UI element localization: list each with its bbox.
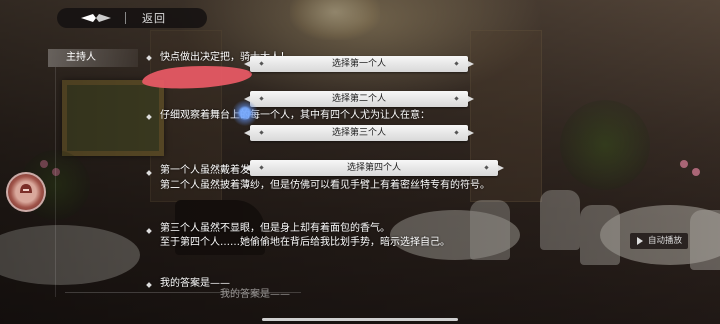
- arrow-right-icon: [468, 96, 474, 102]
- arrow-right-icon: [468, 61, 474, 67]
- answer-echo: 我的答案是——: [220, 289, 290, 300]
- dialogue-line: 至于第四个人……她偷偷地在背后给我比划手势，暗示选择自己。: [160, 237, 450, 248]
- diamond-logo-icon: [79, 12, 113, 24]
- back-button[interactable]: 返回: [142, 10, 166, 26]
- arrow-right-icon: [468, 130, 474, 136]
- diamond-icon: [259, 165, 264, 170]
- choice-button-4[interactable]: 选择第四个人: [244, 160, 504, 176]
- auto-play-label: 自动播放: [648, 236, 683, 246]
- diamond-icon: [454, 130, 459, 135]
- choice-label: 选择第二个人: [331, 94, 386, 104]
- choice-button-3[interactable]: 选择第三个人: [244, 125, 474, 141]
- arrow-left-icon: [244, 61, 250, 67]
- helmet-icon: [17, 181, 35, 203]
- arrow-left-icon: [244, 165, 250, 171]
- arrow-left-icon: [244, 130, 250, 136]
- home-indicator[interactable]: [262, 318, 458, 321]
- auto-play-button[interactable]: 自动播放: [630, 233, 688, 249]
- divider: [55, 67, 56, 297]
- choice-label: 选择第一个人: [331, 59, 386, 69]
- touch-indicator: [232, 100, 258, 126]
- play-icon: [637, 237, 643, 245]
- diamond-icon: [484, 165, 489, 170]
- diamond-icon: [259, 96, 264, 101]
- choice-button-1[interactable]: 选择第一个人: [244, 56, 474, 72]
- floating-assistant-button[interactable]: [6, 172, 46, 212]
- back-bar[interactable]: 返回: [57, 8, 207, 28]
- dialogue-line: 仔细观察着舞台上的每一个人，其中有四个人尤为让人在意：: [160, 110, 430, 121]
- choice-button-2[interactable]: 选择第二个人: [244, 91, 474, 107]
- diamond-icon: [454, 96, 459, 101]
- choice-label: 选择第三个人: [331, 128, 386, 138]
- choice-label: 选择第四个人: [346, 163, 401, 173]
- dialogue-line: 第三个人虽然不显眼，但是身上却有着面包的香气。: [160, 223, 390, 234]
- dialogue-line: 第二个人虽然披着薄纱，但是仿佛可以看见手臂上有着密丝特专有的符号。: [160, 180, 490, 191]
- speaker-name: 主持人: [48, 49, 138, 67]
- divider: [125, 12, 126, 24]
- diamond-icon: [259, 130, 264, 135]
- arrow-right-icon: [498, 165, 504, 171]
- diamond-icon: [454, 61, 459, 66]
- diamond-icon: [259, 61, 264, 66]
